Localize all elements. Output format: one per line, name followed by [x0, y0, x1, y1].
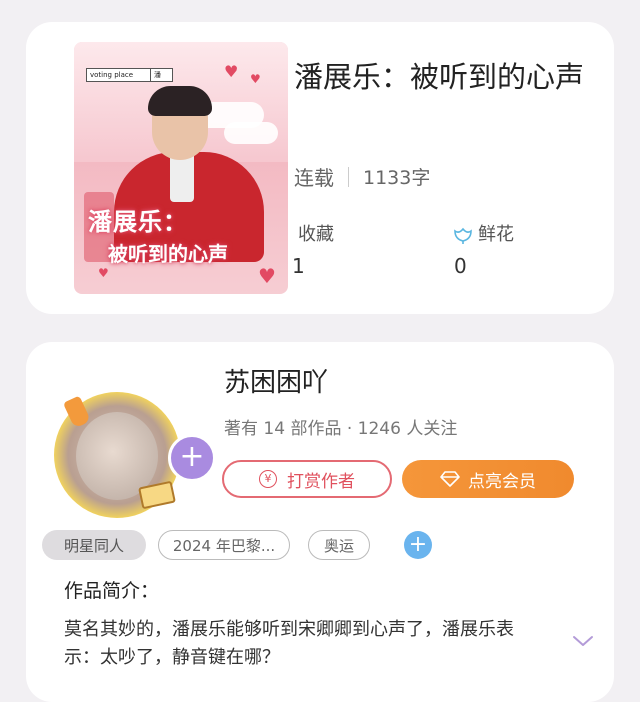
vip-button[interactable]: 点亮会员: [402, 460, 574, 498]
heart-icon: ♥: [250, 72, 261, 86]
tip-author-button[interactable]: ¥ 打赏作者: [222, 460, 392, 498]
favorites-count: 1: [292, 254, 305, 278]
follow-plus-button[interactable]: +: [168, 434, 216, 482]
book-status: 连载: [294, 166, 334, 190]
yen-coin-icon: ¥: [259, 470, 277, 488]
heart-icon: ♥: [258, 264, 276, 288]
tip-author-label: 打赏作者: [287, 471, 355, 492]
add-tag-button[interactable]: +: [404, 531, 432, 559]
flower-icon: [454, 227, 472, 244]
tag-chip[interactable]: 奥运: [308, 530, 370, 560]
intro-text: 莫名其妙的，潘展乐能够听到宋卿卿到心声了，潘展乐表示：太吵了，静音键在哪？: [64, 619, 514, 668]
favorites-label[interactable]: 收藏: [298, 220, 334, 246]
author-stats: 著有 14 部作品 · 1246 人关注: [224, 419, 458, 439]
heart-icon: ♥: [224, 62, 239, 81]
cover-title-line1: 潘展乐：: [88, 208, 188, 236]
cover-tag: 潘: [150, 68, 173, 82]
book-cover-image[interactable]: voting place 潘 ♥ ♥ ♥ ♥ 潘展乐： 被听到的心声: [74, 42, 288, 294]
avatar[interactable]: [54, 392, 180, 518]
cover-person-hair: [148, 86, 212, 116]
diamond-icon: [440, 471, 460, 487]
cover-title-line2: 被听到的心声: [108, 242, 228, 266]
book-meta: 连载 1133字: [294, 162, 430, 191]
divider: [348, 166, 349, 187]
book-info-card: voting place 潘 ♥ ♥ ♥ ♥ 潘展乐： 被听到的心声 潘展乐：被…: [26, 22, 614, 314]
author-avatar-container: +: [54, 392, 216, 518]
author-card: + 苏困困吖 著有 14 部作品 · 1246 人关注 ¥ 打赏作者 点亮会员 …: [26, 342, 614, 702]
book-title: 潘展乐：被听到的心声: [294, 60, 585, 94]
cover-tag: voting place: [86, 68, 153, 82]
vip-label: 点亮会员: [468, 471, 536, 492]
cover-cloud: [224, 122, 278, 144]
chevron-down-icon[interactable]: [572, 634, 594, 648]
flowers-button[interactable]: 鲜花: [452, 220, 514, 246]
flowers-label: 鲜花: [478, 224, 514, 245]
book-word-count: 1133字: [363, 167, 431, 189]
tag-chip[interactable]: 2024 年巴黎...: [158, 530, 290, 560]
pencil-decoration: [62, 395, 92, 429]
author-name[interactable]: 苏困困吖: [224, 362, 328, 399]
tag-chip[interactable]: 明星同人: [42, 530, 146, 560]
heart-icon: ♥: [98, 266, 109, 280]
intro-title: 作品简介：: [64, 580, 160, 602]
flowers-count: 0: [454, 254, 467, 278]
